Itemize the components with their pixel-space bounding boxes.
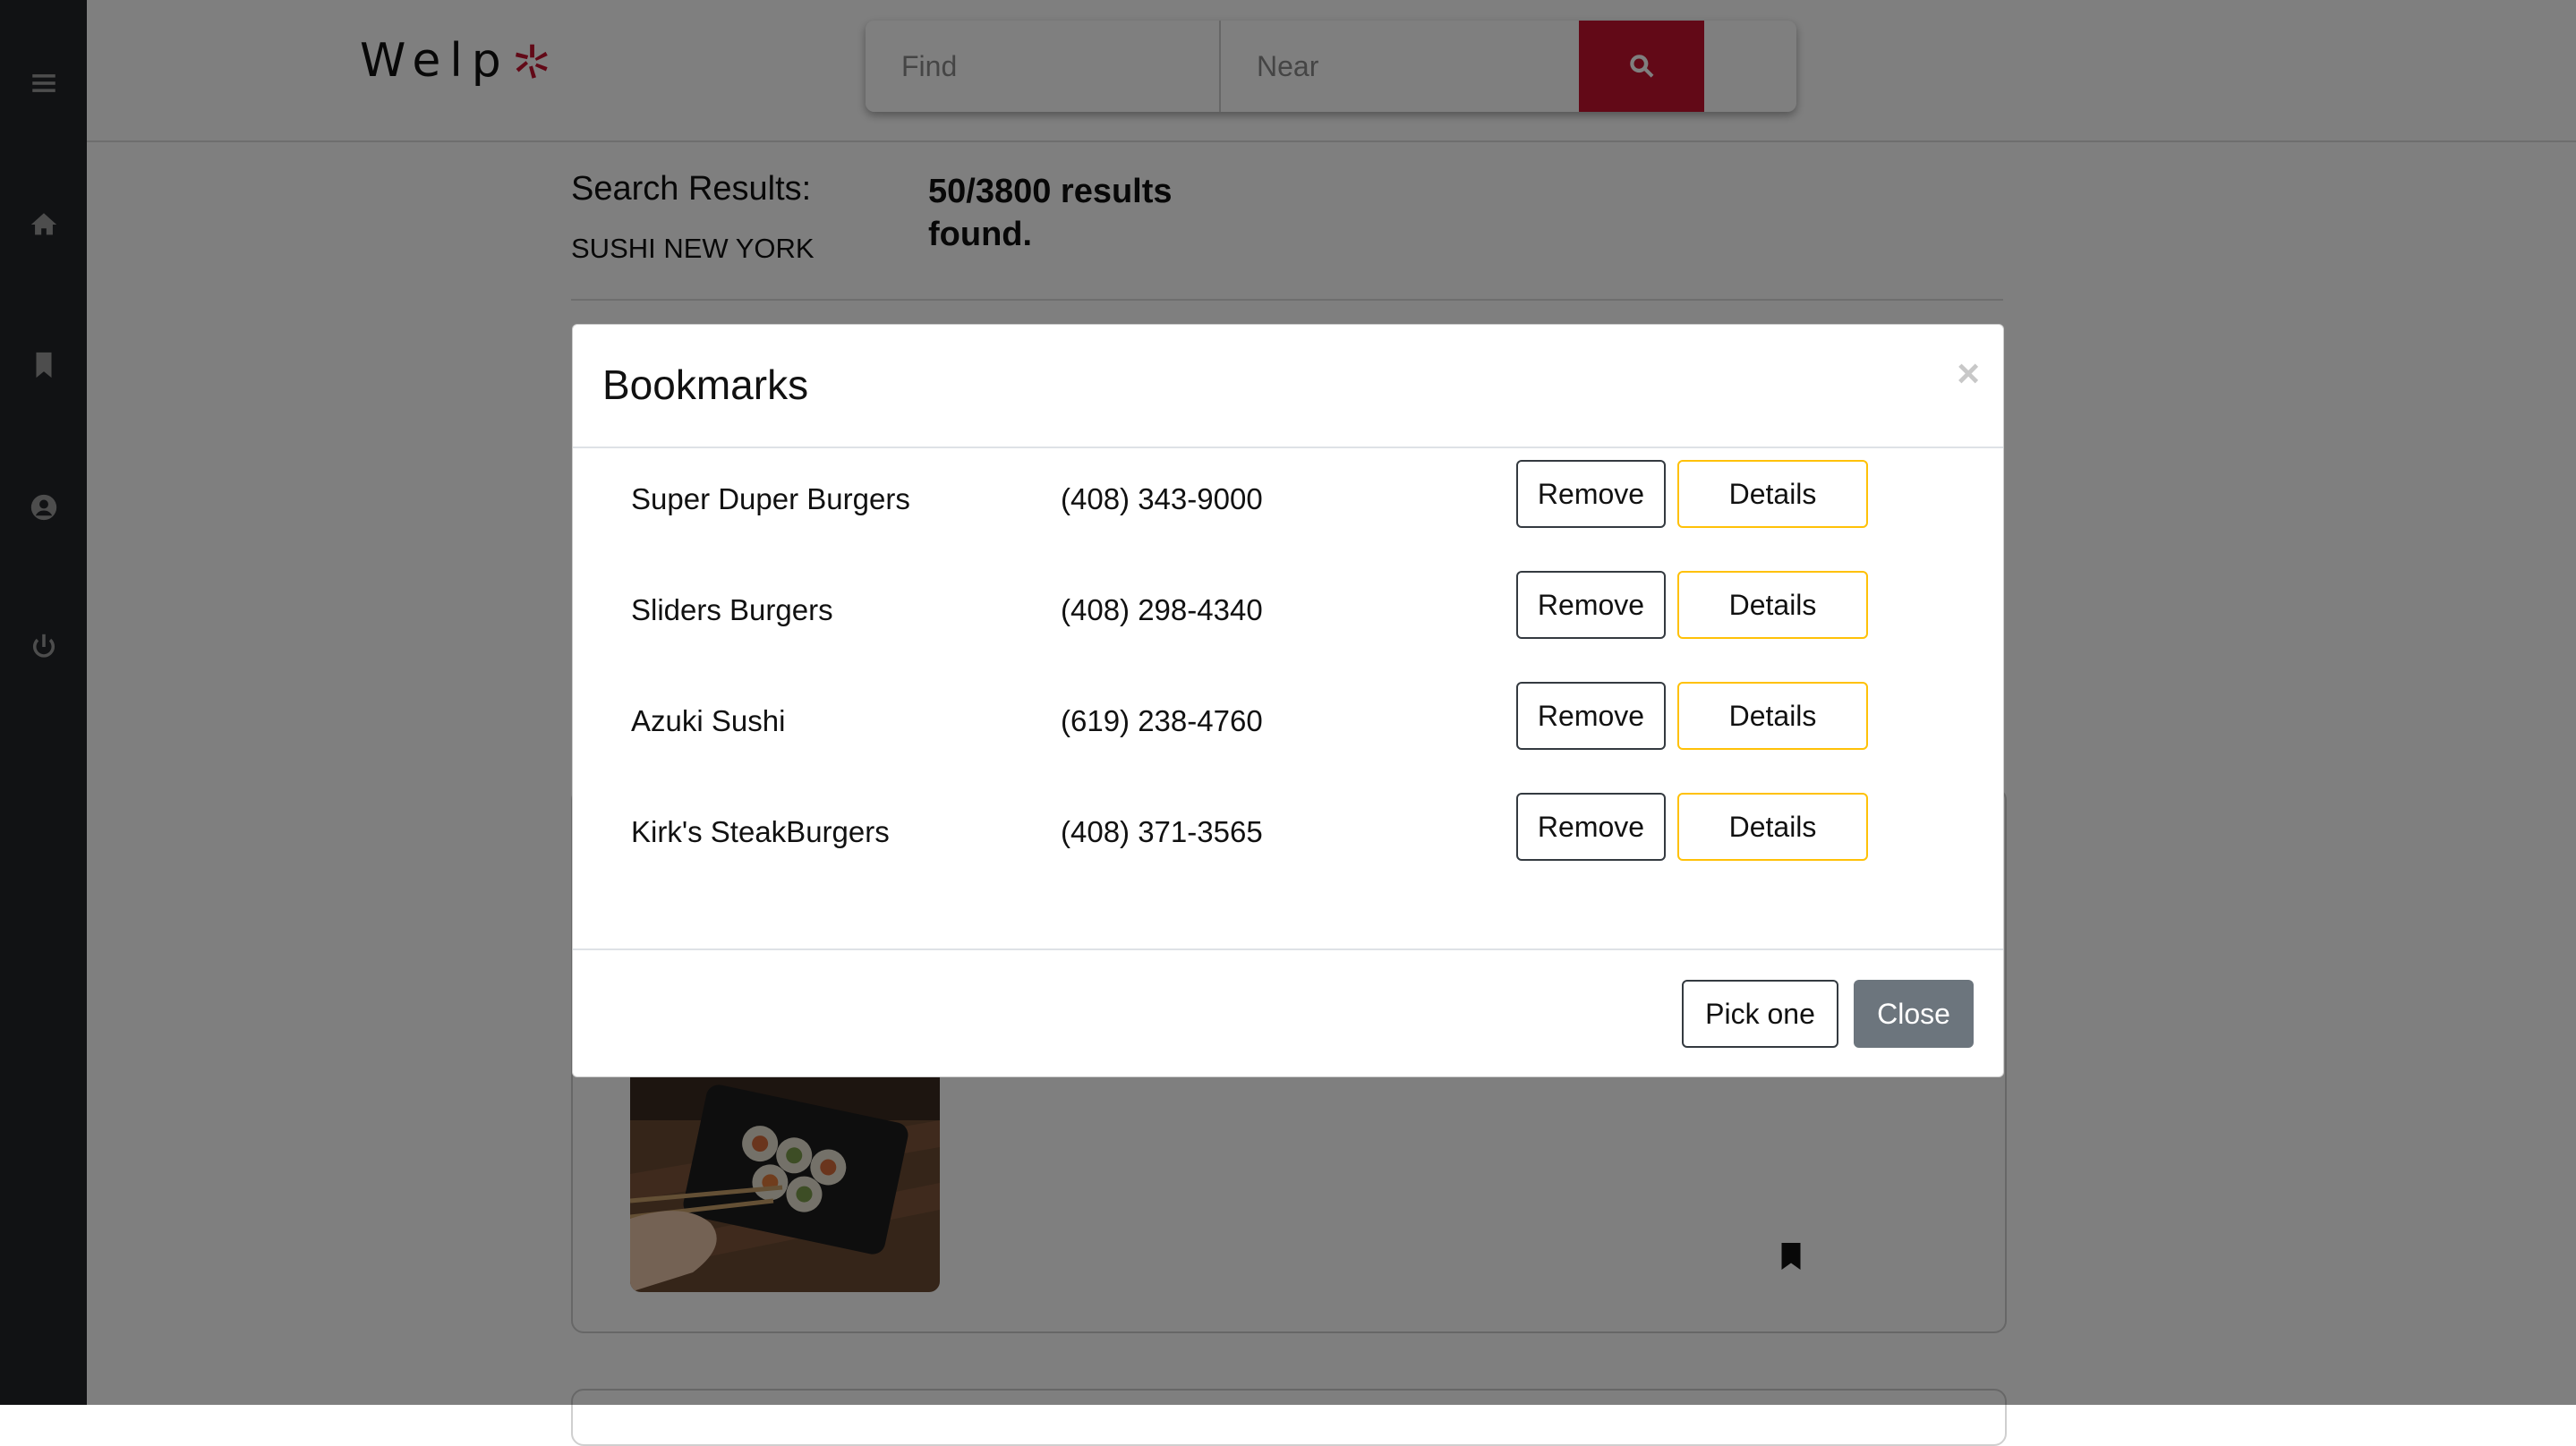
bookmark-name: Super Duper Burgers [631, 482, 910, 515]
bookmark-name: Azuki Sushi [631, 704, 786, 737]
bookmark-phone: (408) 298-4340 [1061, 593, 1263, 626]
bookmark-phone: (619) 238-4760 [1061, 704, 1263, 737]
close-icon[interactable]: × [1957, 352, 1980, 396]
remove-button[interactable]: Remove [1516, 682, 1666, 750]
modal-title: Bookmarks [602, 362, 809, 408]
bookmark-phone: (408) 343-9000 [1061, 482, 1263, 515]
bookmark-row: Super Duper Burgers (408) 343-9000 Remov… [573, 460, 2003, 554]
remove-button[interactable]: Remove [1516, 460, 1666, 528]
modal-header: Bookmarks × [573, 325, 2003, 448]
bookmark-phone: (408) 371-3565 [1061, 815, 1263, 848]
details-button[interactable]: Details [1677, 793, 1868, 861]
bookmark-row: Sliders Burgers (408) 298-4340 Remove De… [573, 571, 2003, 665]
close-button[interactable]: Close [1854, 980, 1974, 1048]
bookmark-row: Kirk's SteakBurgers (408) 371-3565 Remov… [573, 793, 2003, 887]
bookmark-name: Kirk's SteakBurgers [631, 815, 890, 848]
bookmark-row: Azuki Sushi (619) 238-4760 Remove Detail… [573, 682, 2003, 776]
remove-button[interactable]: Remove [1516, 571, 1666, 639]
pick-one-button[interactable]: Pick one [1682, 980, 1838, 1048]
bookmark-name: Sliders Burgers [631, 593, 833, 626]
modal-footer-divider [573, 948, 2003, 950]
details-button[interactable]: Details [1677, 682, 1868, 750]
details-button[interactable]: Details [1677, 460, 1868, 528]
remove-button[interactable]: Remove [1516, 793, 1666, 861]
bookmarks-modal: Bookmarks × Super Duper Burgers (408) 34… [572, 324, 2004, 1077]
details-button[interactable]: Details [1677, 571, 1868, 639]
